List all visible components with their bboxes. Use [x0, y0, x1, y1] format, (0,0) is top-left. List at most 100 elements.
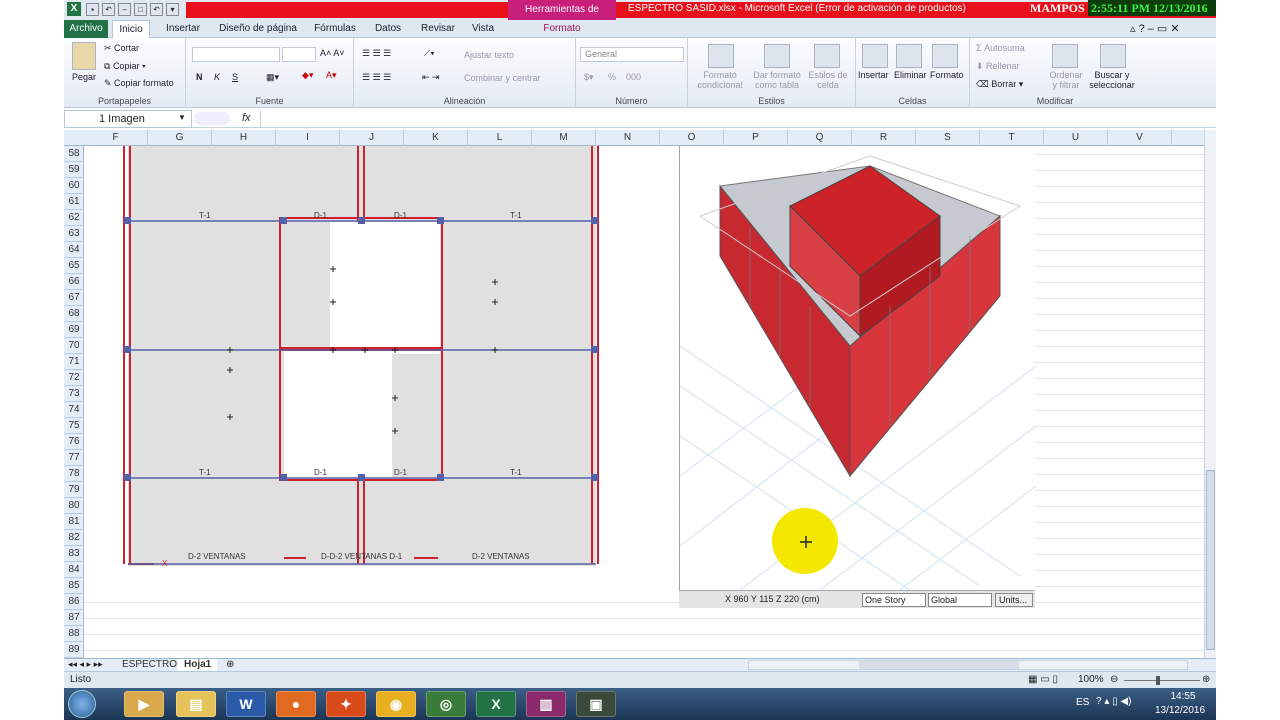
- tab-archivo[interactable]: Archivo: [64, 20, 108, 38]
- restore-icon[interactable]: □: [134, 3, 147, 16]
- explorer-icon[interactable]: ▤: [176, 691, 216, 717]
- name-box-dropdown-icon[interactable]: ▼: [178, 113, 186, 122]
- column-header[interactable]: H: [212, 130, 276, 146]
- column-header[interactable]: Q: [788, 130, 852, 146]
- tab-vista[interactable]: Vista: [466, 20, 500, 38]
- column-header[interactable]: G: [148, 130, 212, 146]
- ordenar-button[interactable]: Ordenar y filtrar: [1046, 70, 1086, 90]
- units-button[interactable]: Units...: [995, 593, 1033, 607]
- thousands-button[interactable]: 000: [626, 72, 641, 82]
- column-header[interactable]: M: [532, 130, 596, 146]
- formato-condicional-button[interactable]: Formato condicional: [694, 70, 746, 90]
- formato-button[interactable]: Formato: [930, 70, 964, 80]
- combinar-button[interactable]: Combinar y centrar: [464, 73, 541, 83]
- row-header[interactable]: 76: [64, 434, 84, 450]
- column-header[interactable]: N: [596, 130, 660, 146]
- tab-inicio[interactable]: Inicio: [112, 20, 150, 39]
- column-header[interactable]: R: [852, 130, 916, 146]
- tab-insertar[interactable]: Insertar: [160, 20, 206, 38]
- row-header[interactable]: 84: [64, 562, 84, 578]
- media-player-icon[interactable]: ▶: [124, 691, 164, 717]
- conditional-format-icon[interactable]: [708, 44, 734, 68]
- plan-drawing-image[interactable]: T-1 D-1 D-1 T-1 T-1 D-1 D-1 T-1 D-2 VENT…: [84, 146, 678, 592]
- row-header[interactable]: 63: [64, 226, 84, 242]
- row-header[interactable]: 69: [64, 322, 84, 338]
- row-header[interactable]: 67: [64, 290, 84, 306]
- column-header[interactable]: K: [404, 130, 468, 146]
- row-header[interactable]: 62: [64, 210, 84, 226]
- name-box[interactable]: 1 Imagen: [64, 110, 192, 128]
- column-header[interactable]: V: [1108, 130, 1172, 146]
- winrar-icon[interactable]: ▥: [526, 691, 566, 717]
- copiar-button[interactable]: ⧉ Copiar ▾: [104, 61, 146, 72]
- column-header[interactable]: J: [340, 130, 404, 146]
- pegar-button[interactable]: Pegar: [72, 72, 96, 82]
- fx-icon[interactable]: fx: [242, 112, 251, 124]
- number-format-combo[interactable]: General: [580, 47, 684, 62]
- column-header[interactable]: L: [468, 130, 532, 146]
- taskbar-date[interactable]: 13/12/2016: [1148, 705, 1212, 716]
- row-header[interactable]: 80: [64, 498, 84, 514]
- row-header[interactable]: 86: [64, 594, 84, 610]
- row-header[interactable]: 66: [64, 274, 84, 290]
- save-icon[interactable]: ▪: [86, 3, 99, 16]
- currency-icon[interactable]: $▾: [584, 72, 594, 83]
- undo-icon[interactable]: ↶: [102, 3, 115, 16]
- row-header[interactable]: 73: [64, 386, 84, 402]
- tab-formulas[interactable]: Fórmulas: [310, 20, 360, 38]
- tab-revisar[interactable]: Revisar: [416, 20, 460, 38]
- row-header[interactable]: 61: [64, 194, 84, 210]
- row-header[interactable]: 77: [64, 450, 84, 466]
- font-size-combo[interactable]: [282, 47, 316, 62]
- sort-filter-icon[interactable]: [1052, 44, 1078, 68]
- row-header[interactable]: 59: [64, 162, 84, 178]
- zoom-in-icon[interactable]: ⊕: [1202, 674, 1210, 685]
- row-header[interactable]: 87: [64, 610, 84, 626]
- paste-icon[interactable]: [72, 42, 96, 70]
- taskbar-time[interactable]: 14:55: [1158, 691, 1208, 702]
- app-icon[interactable]: ✦: [326, 691, 366, 717]
- column-header[interactable]: O: [660, 130, 724, 146]
- row-header[interactable]: 78: [64, 466, 84, 482]
- dar-formato-button[interactable]: Dar formato como tabla: [750, 70, 804, 90]
- row-header[interactable]: 88: [64, 626, 84, 642]
- font-grow-icon[interactable]: A˄ A˅: [320, 48, 345, 58]
- 3d-model-image[interactable]: [679, 146, 1037, 591]
- cell-styles-icon[interactable]: [814, 44, 840, 68]
- tab-datos[interactable]: Datos: [368, 20, 408, 38]
- horizontal-scrollbar[interactable]: [748, 660, 1188, 670]
- help-icon[interactable]: ▵ ? – ▭ ✕: [1130, 22, 1180, 35]
- font-color-icon[interactable]: A▾: [326, 70, 337, 81]
- tray-icons[interactable]: ? ▴ ▯ ◀): [1096, 696, 1131, 707]
- zoom-level[interactable]: 100%: [1078, 674, 1104, 685]
- row-header[interactable]: 85: [64, 578, 84, 594]
- customize-icon[interactable]: ▾: [166, 3, 179, 16]
- row-header[interactable]: 75: [64, 418, 84, 434]
- start-button[interactable]: [68, 690, 96, 718]
- buscar-button[interactable]: Buscar y seleccionar: [1088, 70, 1136, 90]
- zoom-slider[interactable]: [1124, 680, 1200, 681]
- column-header[interactable]: S: [916, 130, 980, 146]
- column-header[interactable]: I: [276, 130, 340, 146]
- hscroll-thumb[interactable]: [859, 661, 1019, 669]
- language-indicator[interactable]: ES: [1076, 697, 1089, 708]
- minimize-icon[interactable]: –: [118, 3, 131, 16]
- system-select[interactable]: Global: [928, 593, 992, 607]
- excel-icon[interactable]: X: [67, 2, 81, 16]
- word-icon[interactable]: W: [226, 691, 266, 717]
- column-header[interactable]: U: [1044, 130, 1108, 146]
- row-header[interactable]: 79: [64, 482, 84, 498]
- eliminar-button[interactable]: Eliminar: [894, 70, 927, 80]
- rellenar-button[interactable]: ⬇ Rellenar: [976, 61, 1020, 72]
- column-header[interactable]: P: [724, 130, 788, 146]
- formula-input[interactable]: [260, 110, 1210, 128]
- vertical-scrollbar[interactable]: [1204, 130, 1216, 658]
- row-header[interactable]: 60: [64, 178, 84, 194]
- border-icon[interactable]: ▦▾: [266, 72, 279, 83]
- view-icons[interactable]: ▦ ▭ ▯: [1028, 674, 1058, 685]
- indent-icon[interactable]: ⇤ ⇥: [422, 72, 440, 83]
- row-header[interactable]: 83: [64, 546, 84, 562]
- chrome-icon[interactable]: ◎: [426, 691, 466, 717]
- row-header[interactable]: 70: [64, 338, 84, 354]
- cortar-button[interactable]: ✂ Cortar: [104, 43, 139, 54]
